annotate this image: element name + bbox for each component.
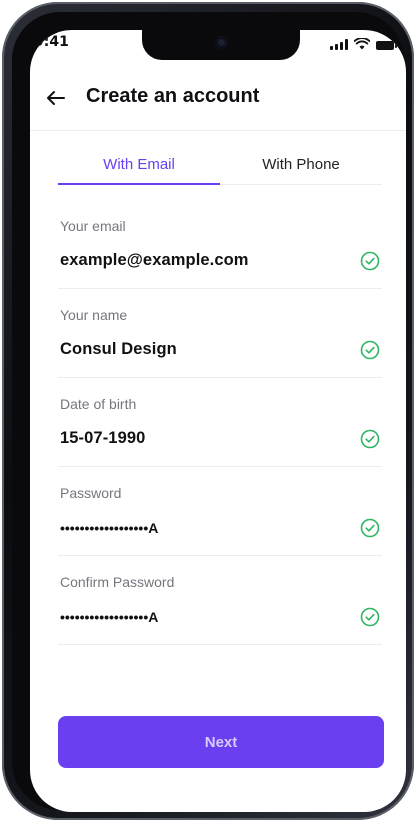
confirm-password-field[interactable]: Confirm Password ••••••••••••••••••A — [58, 574, 382, 645]
password-field[interactable]: Password ••••••••••••••••••A — [58, 485, 382, 556]
confirm-password-input[interactable]: ••••••••••••••••••A — [60, 609, 158, 625]
password-label: Password — [60, 485, 122, 501]
page-title: Create an account — [86, 85, 260, 107]
name-input[interactable]: Consul Design — [60, 340, 177, 359]
status-time: 9:41 — [34, 34, 69, 50]
check-circle-icon — [360, 251, 380, 271]
phone-bezel: 9:41 Create an account With Email With P… — [12, 12, 406, 812]
name-field[interactable]: Your name Consul Design — [58, 307, 382, 378]
status-icons — [330, 38, 397, 50]
email-label: Your email — [60, 218, 126, 234]
battery-icon — [376, 41, 397, 50]
check-circle-icon — [360, 429, 380, 449]
header: Create an account — [30, 68, 406, 131]
front-camera — [215, 36, 228, 49]
check-circle-icon — [360, 607, 380, 627]
dob-input[interactable]: 15-07-1990 — [60, 429, 145, 448]
dob-field[interactable]: Date of birth 15-07-1990 — [58, 396, 382, 467]
next-button[interactable]: Next — [58, 716, 384, 768]
name-label: Your name — [60, 307, 128, 323]
password-input[interactable]: ••••••••••••••••••A — [60, 520, 158, 536]
email-field[interactable]: Your email example@example.com — [58, 218, 382, 289]
notch — [142, 30, 300, 60]
confirm-password-label: Confirm Password — [60, 574, 175, 590]
email-input[interactable]: example@example.com — [60, 251, 249, 270]
active-tab-indicator — [58, 183, 220, 185]
phone-frame: 9:41 Create an account With Email With P… — [2, 2, 414, 820]
back-arrow-icon[interactable] — [44, 86, 68, 110]
tab-with-email[interactable]: With Email — [58, 156, 220, 173]
check-circle-icon — [360, 518, 380, 538]
dob-label: Date of birth — [60, 396, 137, 412]
signal-icon — [330, 39, 348, 50]
auth-tabs: With Email With Phone — [58, 148, 382, 185]
wifi-icon — [354, 38, 370, 50]
check-circle-icon — [360, 340, 380, 360]
tab-with-phone[interactable]: With Phone — [220, 156, 382, 173]
screen: 9:41 Create an account With Email With P… — [30, 30, 406, 812]
